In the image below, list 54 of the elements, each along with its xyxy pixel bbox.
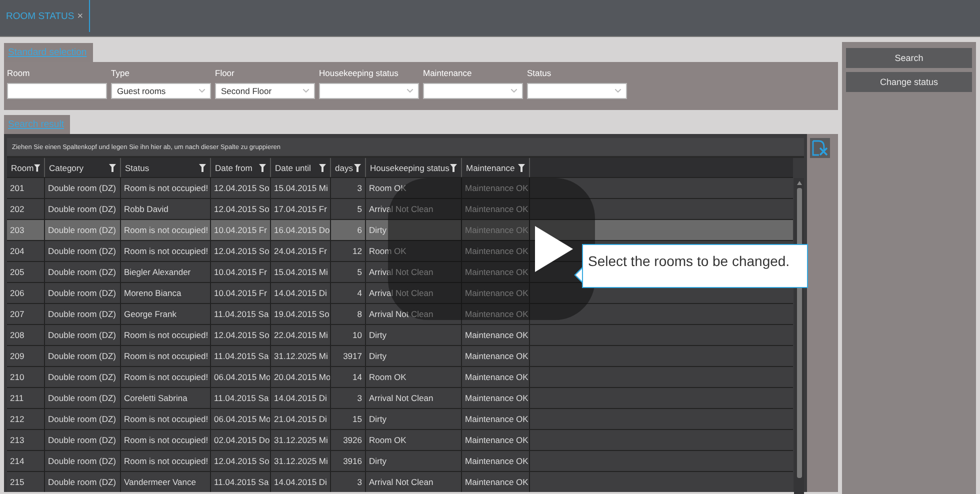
filter-icon [259, 164, 266, 172]
table-row[interactable]: 207 Double room (DZ) George Frank 11.04.2015 Sa 19.04.2015 So 8 Arrival Not Clean Maintenance OK [7, 303, 793, 324]
close-button[interactable]: × [77, 10, 84, 22]
excel-export-icon [812, 140, 828, 156]
table-row[interactable]: 206 Double room (DZ) Moreno Bianca 10.04.2015 Fr 14.04.2015 Di 4 Arrival Not Clean Maintenance OK [7, 282, 793, 303]
caret-icon [199, 89, 205, 93]
field-label: Status [527, 68, 552, 78]
dropdown-field[interactable]: Second Floor [215, 83, 315, 99]
dropdown-field[interactable]: Guest rooms [111, 83, 211, 99]
table-cell: 3 [331, 472, 366, 492]
filter-icon [518, 164, 525, 172]
filter-icon [354, 164, 361, 172]
table-row[interactable]: 201 Double room (DZ) Room is not occupied! 12.04.2015 So 15.04.2015 Mi 3 Room OK Maintenance OK [7, 177, 793, 198]
field-label: Housekeeping status [319, 68, 400, 78]
dropdown-field[interactable] [423, 83, 523, 99]
action-button[interactable]: Change status [846, 72, 972, 92]
table-row[interactable]: 213 Double room (DZ) Room is not occupied! 02.04.2015 Do 31.12.2025 Mi 3926 Room OK Maintenance OK [7, 429, 793, 450]
table-cell: Maintenance OK [462, 472, 530, 492]
table-row[interactable]: 215 Double room (DZ) Vandermeer Vance 11.04.2015 Sa 14.04.2015 Di 3 Arrival Not Clean Maintenance OK [7, 471, 793, 492]
dropdown-field[interactable] [319, 83, 419, 99]
field-label: Type [111, 68, 130, 78]
caret-icon [615, 89, 621, 93]
table-row[interactable]: 214 Double room (DZ) Room is not occupied! 12.04.2015 So 31.12.2025 Mi 3916 Dirty Maintenance OK [7, 450, 793, 471]
table-row[interactable]: 202 Double room (DZ) Robb David 12.04.2015 So 17.04.2015 Fr 5 Arrival Not Clean Maintenance OK [7, 198, 793, 219]
scroll-up-icon [796, 181, 802, 185]
input-field[interactable] [7, 83, 107, 99]
field-label: Maintenance [423, 68, 473, 78]
play-icon [535, 226, 573, 272]
table-row[interactable]: 203 Double room (DZ) Room is not occupied! 10.04.2015 Fr 16.04.2015 Do 6 Dirty Maintenance OK [7, 219, 793, 240]
filter-icon [450, 164, 457, 172]
table-row[interactable]: 209 Double room (DZ) Room is not occupied! 11.04.2015 Sa 31.12.2025 Mi 3917 Dirty Maintenance OK [7, 345, 793, 366]
field-label: Floor [215, 68, 236, 78]
field-label: Room [7, 68, 31, 78]
tooltip: Select the rooms to be changed. [574, 244, 808, 288]
table-row[interactable]: 212 Double room (DZ) Room is not occupied! 06.04.2015 Mo 21.04.2015 Di 15 Dirty Maintenance OK [7, 408, 793, 429]
table-row[interactable]: 208 Double room (DZ) Room is not occupied! 12.04.2015 So 22.04.2015 Mi 10 Dirty Maintenance OK [7, 324, 793, 345]
export-button[interactable] [810, 138, 830, 158]
table-row[interactable]: 211 Double room (DZ) Coreletti Sabrina 11.04.2015 Sa 14.04.2015 Di 3 Arrival Not Clean Maintenance OK [7, 387, 793, 408]
table-cell: 14.04.2015 Di [271, 472, 331, 492]
caret-icon [303, 89, 309, 93]
table-row[interactable]: 210 Double room (DZ) Room is not occupied! 06.04.2015 Mo 20.04.2015 Mo 14 Room OK Maintenance OK [7, 366, 793, 387]
table-cell: Arrival Not Clean [366, 472, 462, 492]
table-cell: Vandermeer Vance [121, 472, 211, 492]
table-cell: Double room (DZ) [45, 472, 121, 492]
filter-icon [34, 164, 40, 172]
action-button[interactable]: Search [846, 48, 972, 68]
caret-icon [511, 89, 517, 93]
dropdown-field[interactable] [527, 83, 627, 99]
caret-icon [407, 89, 413, 93]
table-cell: 11.04.2015 Sa [211, 472, 271, 492]
filter-icon [319, 164, 326, 172]
table-cell: 215 [7, 472, 45, 492]
filter-icon [199, 164, 206, 172]
filter-icon [109, 164, 116, 172]
